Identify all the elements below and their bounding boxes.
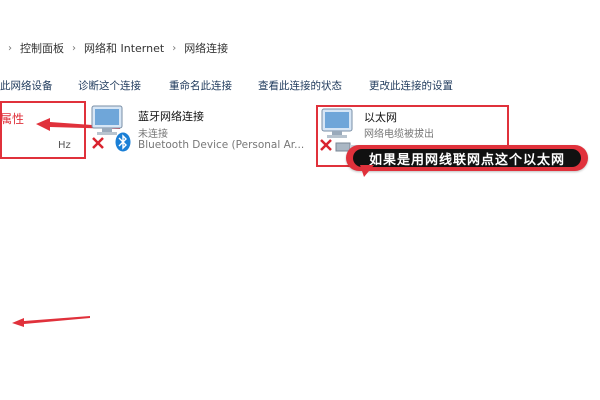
disconnected-x-icon (92, 137, 104, 149)
breadcrumb-network-internet[interactable]: 网络和 Internet (84, 40, 164, 56)
breadcrumb-control-panel[interactable]: 控制面板 (20, 40, 64, 56)
chevron-right-icon: › (8, 42, 12, 54)
view-status-button[interactable]: 查看此连接的状态 (258, 78, 342, 93)
breadcrumb-network-connections[interactable]: 网络连接 (184, 40, 228, 56)
bluetooth-icon (115, 132, 131, 152)
chevron-right-icon: › (172, 42, 177, 54)
properties-label[interactable]: 属性 (0, 110, 24, 127)
connection-device: Bluetooth Device (Personal Ar... (138, 139, 305, 151)
connection-status: 网络电缆被拔出 (364, 129, 434, 140)
command-toolbar: 此网络设备 诊断这个连接 重命名此连接 查看此连接的状态 更改此连接的设置 (0, 72, 600, 98)
connection-status: 未连接 (138, 129, 168, 140)
annotation-callout: 如果是用网线联网点这个以太网 (346, 145, 588, 171)
breadcrumb: › 控制面板 › 网络和 Internet › 网络连接 (0, 38, 228, 58)
disable-device-button[interactable]: 此网络设备 (0, 78, 53, 93)
disconnected-x-icon (320, 139, 332, 151)
rename-connection-button[interactable]: 重命名此连接 (169, 78, 232, 93)
connection-name: 蓝牙网络连接 (138, 110, 204, 123)
chevron-right-icon: › (72, 42, 76, 54)
connection-item-bluetooth[interactable]: 蓝牙网络连接 未连接 Bluetooth Device (Personal Ar… (88, 104, 318, 158)
change-settings-button[interactable]: 更改此连接的设置 (369, 78, 453, 93)
diagnose-connection-button[interactable]: 诊断这个连接 (78, 78, 141, 93)
annotation-callout-text: 如果是用网线联网点这个以太网 (368, 152, 565, 168)
hz-label: Hz (58, 140, 71, 151)
callout-pointer-icon (360, 165, 374, 177)
annotation-arrow-icon (12, 316, 90, 327)
annotation-callout-inner: 如果是用网线联网点这个以太网 (353, 149, 581, 168)
connection-name: 以太网 (364, 111, 397, 124)
